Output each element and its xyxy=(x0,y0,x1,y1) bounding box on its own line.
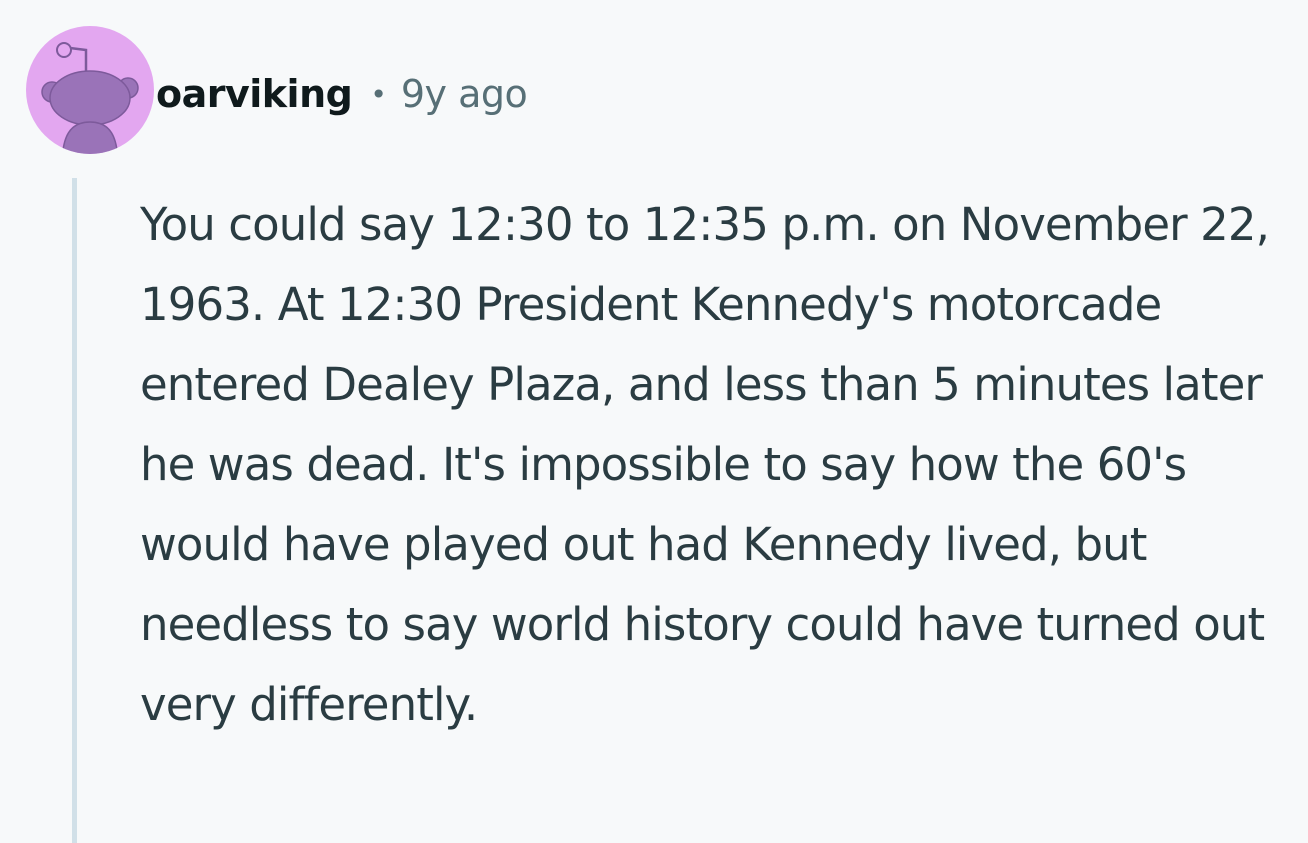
avatar[interactable] xyxy=(26,26,154,154)
comment: oarviking • 9y ago You could say 12:30 t… xyxy=(0,0,1308,843)
comment-timestamp[interactable]: 9y ago xyxy=(401,72,528,116)
meta-separator: • xyxy=(370,77,387,111)
thread-line[interactable] xyxy=(72,178,77,843)
snoo-avatar-icon xyxy=(26,26,154,154)
comment-header: oarviking • 9y ago xyxy=(156,64,528,124)
comment-body: You could say 12:30 to 12:35 p.m. on Nov… xyxy=(140,198,1270,731)
author-username[interactable]: oarviking xyxy=(156,72,353,116)
